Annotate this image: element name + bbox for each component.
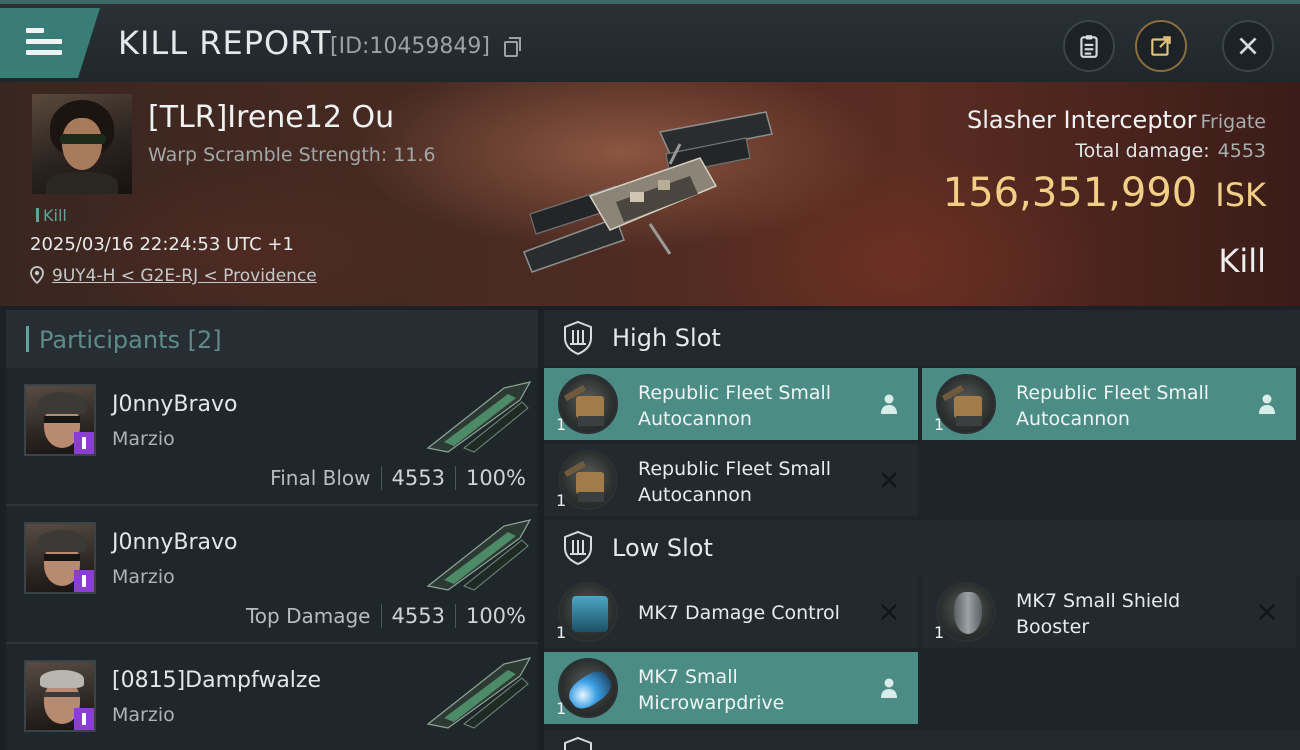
victim-ship-image[interactable] [520, 104, 780, 279]
participant-stats: Top Damage 4553 100% [245, 604, 526, 628]
participant-ship-image[interactable] [424, 654, 534, 730]
module-name: Republic Fleet Small Autocannon [638, 382, 832, 430]
autocannon-icon [558, 450, 618, 510]
location-text[interactable]: 9UY4-H < G2E-RJ < Providence [52, 266, 317, 286]
module-high-2[interactable]: 1 Republic Fleet Small Autocannon [922, 368, 1296, 440]
copy-icon[interactable] [504, 37, 521, 57]
participant-corp: Marzio [112, 704, 175, 726]
hamburger-icon [26, 28, 62, 61]
module-name: MK7 Damage Control [638, 602, 840, 624]
close-button[interactable] [1222, 20, 1274, 72]
low-slot-icon [564, 530, 592, 566]
low-slot-header: Low Slot [544, 520, 1300, 576]
participant-name[interactable]: J0nnyBravo [112, 392, 238, 417]
module-qty: 1 [556, 699, 567, 718]
menu-button[interactable] [0, 8, 100, 78]
high-slot-header: High Slot [544, 310, 1300, 366]
kill-timestamp: 2025/03/16 22:24:53 UTC +1 [30, 234, 294, 255]
module-qty: 1 [556, 491, 567, 510]
share-icon [1151, 36, 1171, 56]
slot-icon [564, 736, 592, 750]
clipboard-button[interactable] [1063, 20, 1115, 72]
share-button[interactable] [1135, 20, 1187, 72]
high-slot-icon [564, 320, 592, 356]
victim-ship-name[interactable]: Slasher Interceptor Frigate [967, 106, 1266, 134]
module-qty: 1 [934, 623, 945, 642]
ship-class: Frigate [1200, 111, 1266, 133]
module-low-1[interactable]: 1 MK7 Damage Control [544, 576, 918, 648]
module-high-3[interactable]: 1 Republic Fleet Small Autocannon [544, 444, 918, 516]
clipboard-icon [1080, 35, 1098, 58]
total-damage: Total damage: 4553 [1075, 140, 1266, 162]
participants-header: Participants [2] [6, 310, 538, 368]
page-title: KILL REPORT [118, 24, 332, 62]
participant-stats: Final Blow 4553 100% [270, 466, 526, 490]
avatar[interactable] [24, 522, 96, 594]
participant-corp: Marzio [112, 428, 175, 450]
module-high-1[interactable]: 1 Republic Fleet Small Autocannon [544, 368, 918, 440]
avatar[interactable] [24, 660, 96, 732]
autocannon-icon [936, 374, 996, 434]
autocannon-icon [558, 374, 618, 434]
high-slot-label: High Slot [612, 324, 721, 352]
module-low-3[interactable]: 1 MK7 Small Microwarpdrive [544, 652, 918, 724]
module-name: Republic Fleet Small Autocannon [1016, 382, 1210, 430]
alliance-badge-icon [74, 708, 94, 730]
kill-tag: Kill [36, 206, 67, 225]
participants-panel: Participants [2] J0nnyBravo Marzio Final… [6, 310, 538, 750]
participant-ship-image[interactable] [424, 378, 534, 454]
fitting-panel: High Slot 1 Republic Fleet Small Autocann… [544, 310, 1300, 750]
module-low-2[interactable]: 1 MK7 Small Shield Booster [922, 576, 1296, 648]
module-qty: 1 [556, 623, 567, 642]
module-name: MK7 Small Microwarpdrive [638, 666, 785, 714]
module-qty: 1 [934, 415, 945, 434]
damage-control-icon [558, 582, 618, 642]
module-name: MK7 Small Shield Booster [1016, 590, 1181, 638]
victim-subtitle: Warp Scramble Strength: 11.6 [148, 144, 436, 166]
dropped-person-icon [881, 678, 897, 698]
victim-name[interactable]: [TLR]Irene12 Ou [148, 100, 394, 135]
participant-corp: Marzio [112, 566, 175, 588]
participant-row[interactable]: [0815]Dampfwalze Marzio [6, 644, 538, 750]
destroyed-x-icon [1259, 604, 1275, 620]
result-label: Kill [1218, 242, 1266, 280]
avatar[interactable] [24, 384, 96, 456]
victim-banner: [TLR]Irene12 Ou Warp Scramble Strength: … [0, 82, 1300, 306]
participant-row[interactable]: J0nnyBravo Marzio Top Damage 4553 100% [6, 506, 538, 644]
report-id: [ID:10459849] [330, 34, 490, 59]
module-name: Republic Fleet Small Autocannon [638, 458, 832, 506]
participant-name[interactable]: J0nnyBravo [112, 530, 238, 555]
next-slot-header [544, 730, 1300, 750]
location-pin-icon [30, 266, 44, 284]
shield-booster-icon [936, 582, 996, 642]
header-bar: KILL REPORT [ID:10459849] [0, 0, 1300, 82]
microwarpdrive-icon [558, 658, 618, 718]
alliance-badge-icon [74, 432, 94, 454]
location-link[interactable]: 9UY4-H < G2E-RJ < Providence [30, 266, 317, 286]
module-qty: 1 [556, 415, 567, 434]
close-icon [1239, 37, 1257, 55]
isk-value: 156,351,990 ISK [942, 170, 1266, 216]
dropped-person-icon [1259, 394, 1275, 414]
low-slot-label: Low Slot [612, 534, 713, 562]
dropped-person-icon [881, 394, 897, 414]
destroyed-x-icon [881, 604, 897, 620]
victim-portrait[interactable] [32, 94, 132, 194]
alliance-badge-icon [74, 570, 94, 592]
participant-ship-image[interactable] [424, 516, 534, 592]
participant-row[interactable]: J0nnyBravo Marzio Final Blow 4553 100% [6, 368, 538, 506]
participant-name[interactable]: [0815]Dampfwalze [112, 668, 321, 693]
destroyed-x-icon [881, 472, 897, 488]
